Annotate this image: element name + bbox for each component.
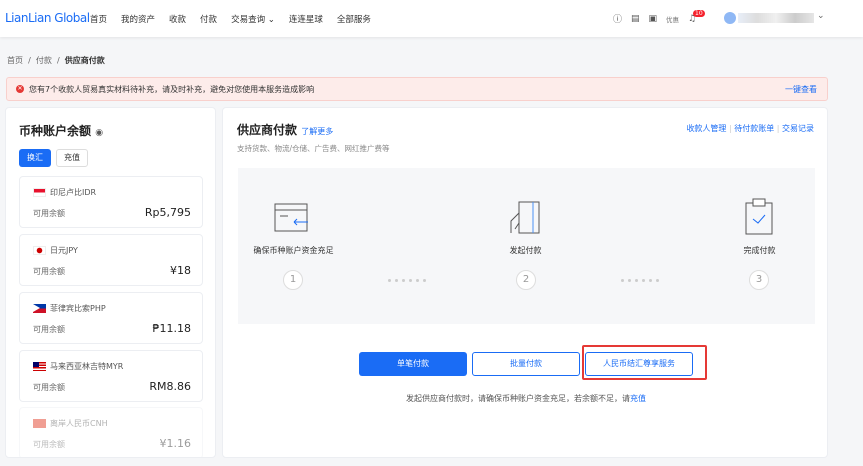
breadcrumb: 首页 / 付款 / 供应商付款 [7, 56, 105, 65]
eye-icon[interactable]: ◉ [95, 128, 103, 138]
balance-amount: ¥1.16 [159, 437, 192, 450]
flag-idr-icon [33, 188, 46, 197]
currency-name: 菲律宾比索PHP [50, 304, 106, 313]
flag-cnh-icon [33, 419, 46, 428]
balance-item-php[interactable]: 菲律宾比索PHP 可用余额 ₱11.18 [19, 292, 203, 344]
balance-amount: ₱11.18 [152, 322, 192, 335]
clipboard-check-icon [745, 198, 773, 235]
nav-receive[interactable]: 收款 [169, 13, 186, 25]
available-label: 可用余额 [33, 209, 65, 218]
rmb-settlement-button[interactable]: 人民币结汇尊享服务 [585, 352, 693, 376]
payment-hand-icon [510, 201, 540, 234]
currency-name: 离岸人民币CNH [50, 419, 108, 428]
alert-banner: ✕ 您有7个收款人贸易真实材料待补充，请及时补充，避免对您使用本服务造成影响 一… [6, 77, 828, 101]
logo[interactable]: LianLian Global [5, 11, 90, 25]
balance-title: 币种账户余额 ◉ [19, 124, 104, 138]
quick-links: 收款人管理 | 待付款账单 | 交易记录 [686, 124, 814, 133]
balance-item-myr[interactable]: 马来西亚林吉特MYR 可用余额 RM8.86 [19, 350, 203, 402]
flag-jpy-icon [33, 246, 46, 255]
supplier-payment-card: 供应商付款 了解更多 支持货款、物流/仓储、广告费、网红推广费等 收款人管理 |… [222, 107, 828, 458]
available-label: 可用余额 [33, 440, 65, 449]
balance-amount: ¥18 [170, 264, 191, 277]
step-1-label: 确保币种账户资金充足 [253, 246, 334, 255]
flag-myr-icon [33, 362, 46, 371]
nav-transactions-label: 交易查询 [231, 15, 266, 25]
single-payment-button[interactable]: 单笔付款 [359, 352, 467, 376]
exchange-button[interactable]: 换汇 [19, 149, 51, 167]
topup-link[interactable]: 充值 [630, 394, 646, 403]
nav-all-services[interactable]: 全部服务 [337, 13, 371, 25]
notification-badge: 10 [693, 9, 705, 17]
bell-icon[interactable]: ♫ 10 [688, 9, 705, 24]
progress-dots [621, 279, 659, 282]
currency-name: 印尼卢比IDR [50, 188, 97, 197]
footer-note: 发起供应商付款时，请确保币种账户资金充足，若余额不足，请充值 [406, 394, 646, 403]
step-3-number: 3 [749, 270, 769, 290]
user-name-redacted[interactable] [738, 13, 814, 23]
available-label: 可用余额 [33, 383, 65, 392]
step-2-number: 2 [516, 270, 536, 290]
help-icon[interactable]: ⓘ [613, 12, 622, 25]
top-header: LianLian Global 首页 我的资产 收款 付款 交易查询 ⌄ 连连星… [0, 0, 863, 37]
nav-planet[interactable]: 连连星球 [289, 13, 323, 25]
chevron-down-icon[interactable]: ⌄ [817, 11, 825, 21]
step-3-label: 完成付款 [743, 246, 776, 255]
batch-payment-button[interactable]: 批量付款 [472, 352, 580, 376]
avatar[interactable] [724, 12, 736, 24]
balance-card: 币种账户余额 ◉ 换汇 充值 印尼卢比IDR 可用余额 Rp5,795 日元JP… [5, 107, 216, 458]
view-all-link[interactable]: 一键查看 [785, 84, 817, 95]
steps-panel: 确保币种账户资金充足 发起付款 完成付款 1 2 3 [238, 168, 815, 324]
balance-item-idr[interactable]: 印尼卢比IDR 可用余额 Rp5,795 [19, 176, 203, 228]
gift-icon[interactable]: ▣ [649, 14, 658, 24]
payee-management-link[interactable]: 收款人管理 [686, 124, 726, 133]
breadcrumb-current: 供应商付款 [64, 56, 105, 65]
calendar-icon[interactable]: ▤ [631, 14, 640, 24]
balance-amount: RM8.86 [149, 380, 191, 393]
progress-dots [388, 279, 426, 282]
breadcrumb-pay[interactable]: 付款 [36, 56, 52, 65]
available-label: 可用余额 [33, 325, 65, 334]
nav-home[interactable]: 首页 [90, 13, 107, 25]
error-icon: ✕ [16, 85, 24, 93]
available-label: 可用余额 [33, 267, 65, 276]
page-title: 供应商付款 了解更多 [237, 123, 334, 137]
nav-transactions[interactable]: 交易查询 ⌄ [231, 13, 275, 25]
alert-text: 您有7个收款人贸易真实材料待补充，请及时补充，避免对您使用本服务造成影响 [29, 85, 315, 94]
currency-name: 马来西亚林吉特MYR [50, 362, 124, 371]
topup-button[interactable]: 充值 [56, 149, 88, 167]
breadcrumb-home[interactable]: 首页 [7, 56, 23, 65]
card-transfer-icon [274, 203, 308, 232]
flag-php-icon [33, 304, 46, 313]
balance-amount: Rp5,795 [144, 206, 191, 219]
main-nav: 首页 我的资产 收款 付款 交易查询 ⌄ 连连星球 全部服务 [90, 13, 371, 25]
promo-link[interactable]: 优惠 [666, 14, 679, 24]
step-2-label: 发起付款 [509, 246, 542, 255]
step-1-number: 1 [283, 270, 303, 290]
subtitle: 支持货款、物流/仓储、广告费、网红推广费等 [237, 144, 390, 153]
currency-name: 日元JPY [50, 246, 78, 255]
header-icons: ⓘ ▤ ▣ 优惠 ♫ 10 [613, 9, 705, 25]
learn-more-link[interactable]: 了解更多 [301, 127, 333, 136]
balance-item-jpy[interactable]: 日元JPY 可用余额 ¥18 [19, 234, 203, 286]
chevron-down-icon: ⌄ [267, 15, 275, 25]
nav-assets[interactable]: 我的资产 [121, 13, 155, 25]
pending-bills-link[interactable]: 待付款账单 [734, 124, 774, 133]
nav-pay[interactable]: 付款 [200, 13, 217, 25]
balance-item-cnh[interactable]: 离岸人民币CNH 可用余额 ¥1.16 [19, 407, 203, 457]
transaction-records-link[interactable]: 交易记录 [782, 124, 814, 133]
